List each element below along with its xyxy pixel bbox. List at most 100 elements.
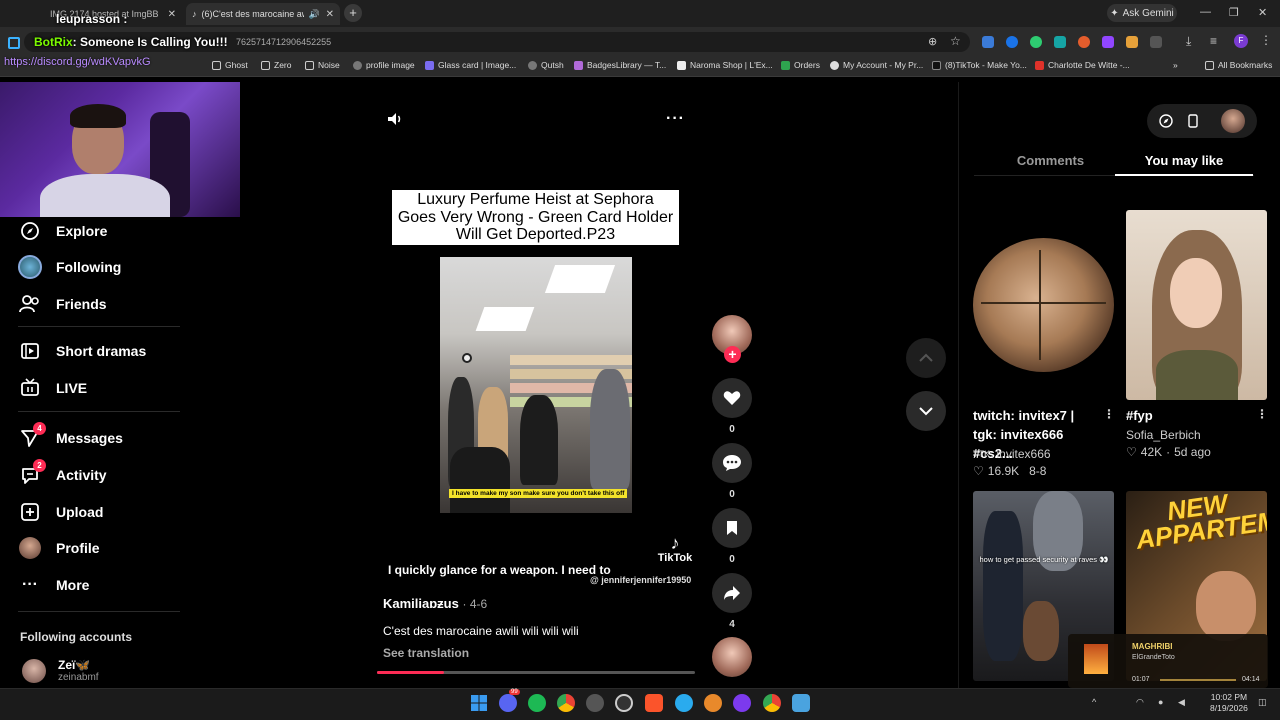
chrome-active-icon[interactable]	[763, 694, 781, 712]
card-author[interactable]: Sofia_Berbich	[1126, 428, 1201, 442]
minimize-icon[interactable]: —	[1200, 6, 1211, 18]
save-button[interactable]	[712, 508, 752, 548]
extension-icon[interactable]	[1054, 36, 1066, 48]
sidebar-item-more[interactable]: ··· More	[18, 572, 89, 598]
telegram-icon[interactable]	[675, 694, 693, 712]
comment-button[interactable]	[712, 443, 752, 483]
bookmark-item[interactable]: profile image	[353, 60, 415, 70]
tab-tiktok-video[interactable]: ♪ (6)C'est des marocaine awili 🔊 ✕	[186, 3, 340, 25]
zoom-icon[interactable]: ⊕	[928, 35, 937, 48]
bookmark-item[interactable]: Zero	[261, 60, 291, 70]
chrome-icon[interactable]	[557, 694, 575, 712]
brave-icon[interactable]	[645, 694, 663, 712]
windows-start-icon[interactable]	[470, 694, 488, 712]
video-author[interactable]: Kamiliaɒƶus · 4-6	[383, 596, 487, 611]
bookmark-star-icon[interactable]: ☆	[950, 34, 961, 48]
next-video-button[interactable]	[906, 391, 946, 431]
tray-chevron-icon[interactable]: ^	[1092, 697, 1096, 707]
tab-you-may-like[interactable]: You may like	[1115, 153, 1253, 168]
bookmark-item[interactable]: Glass card | Image...	[425, 60, 516, 70]
extension-icon[interactable]	[1030, 36, 1042, 48]
sound-disc-avatar[interactable]	[712, 637, 752, 677]
bookmark-item[interactable]: My Account - My Pr...	[830, 60, 923, 70]
card-title[interactable]: #fyp	[1126, 406, 1153, 425]
discord-icon[interactable]: 99	[499, 689, 520, 712]
speaker-icon[interactable]: ◀	[1178, 697, 1185, 708]
app-icon[interactable]	[792, 694, 810, 712]
track-progress[interactable]	[1160, 679, 1236, 681]
extension-icon[interactable]	[1126, 36, 1138, 48]
chevron-right-icon[interactable]: »	[1173, 60, 1178, 70]
recommended-video-card[interactable]	[1126, 210, 1267, 400]
card-author[interactable]: TTK: invitex666	[973, 447, 1051, 461]
sidebar-item-following[interactable]: Following	[18, 254, 121, 280]
sidebar-item-live[interactable]: LIVE	[18, 375, 87, 401]
sidebar-item-activity[interactable]: 2 Activity	[18, 459, 107, 488]
bookmark-item[interactable]: (8)TikTok - Make Yo...	[932, 60, 1027, 70]
film-icon	[18, 339, 42, 363]
sidebar-item-upload[interactable]: Upload	[18, 499, 103, 525]
download-icon[interactable]: ⤓	[1186, 34, 1191, 49]
sidebar-item-messages[interactable]: 4 Messages	[18, 422, 123, 451]
app-icon[interactable]	[733, 694, 751, 712]
notification-icon[interactable]: ◫	[1258, 697, 1267, 708]
twitch-extension-icon[interactable]	[1102, 36, 1114, 48]
recommended-video-card[interactable]	[973, 210, 1114, 400]
video-more-options-icon[interactable]: ···	[666, 110, 685, 128]
following-account-item[interactable]: Zeï🦋 zeinabmf	[22, 658, 99, 683]
volume-icon[interactable]	[386, 110, 408, 132]
reading-list-icon[interactable]: ≡	[1210, 34, 1217, 48]
extensions-puzzle-icon[interactable]	[1150, 36, 1162, 48]
card-more-icon[interactable]: ⋮	[1103, 407, 1115, 421]
menu-kebab-icon[interactable]: ⋮	[1260, 33, 1272, 47]
close-window-icon[interactable]: ✕	[1258, 6, 1267, 19]
favicon-icon	[425, 60, 434, 70]
mic-icon[interactable]: ●	[1158, 697, 1163, 707]
extension-icon[interactable]	[982, 36, 994, 48]
card-more-icon[interactable]: ⋮	[1256, 407, 1268, 421]
bookmark-label: BadgesLibrary — T...	[587, 60, 667, 70]
maximize-icon[interactable]: ❐	[1229, 6, 1239, 19]
taskbar-clock[interactable]: 10:02 PM 8/19/2026	[1210, 692, 1248, 714]
sidebar-item-profile[interactable]: Profile	[18, 535, 100, 561]
ask-gemini-button[interactable]: ✦ Ask Gemini	[1107, 4, 1177, 22]
sidebar-item-explore[interactable]: Explore	[18, 218, 107, 244]
chat-overlay-icon	[8, 37, 20, 49]
obs-icon[interactable]	[586, 694, 604, 712]
video-progress-bar[interactable]	[377, 671, 695, 674]
tab-label: (6)C'est des marocaine awili	[201, 9, 304, 19]
close-icon[interactable]: ✕	[326, 9, 334, 20]
like-button[interactable]	[712, 378, 752, 418]
bookmark-item[interactable]: Ghost	[212, 60, 248, 70]
phone-icon[interactable]	[1184, 112, 1202, 130]
follow-plus-icon[interactable]: +	[724, 346, 741, 363]
close-icon[interactable]: ✕	[168, 9, 176, 20]
previous-video-button[interactable]	[906, 338, 946, 378]
bookmark-item[interactable]: Noise	[305, 60, 340, 70]
bookmark-item[interactable]: BadgesLibrary — T...	[574, 60, 666, 70]
speaker-icon[interactable]: 🔊	[309, 9, 320, 20]
bookmark-item[interactable]: Charlotte De Witte -...	[1035, 60, 1130, 70]
wifi-icon[interactable]: ◠	[1136, 697, 1144, 708]
extension-icon[interactable]	[1006, 36, 1018, 48]
sidebar-item-short-dramas[interactable]: Short dramas	[18, 338, 146, 364]
profile-avatar-icon[interactable]: F	[1234, 34, 1248, 48]
share-button[interactable]	[712, 573, 752, 613]
mini-music-player[interactable]: MAGHRIBI ElGrandeToto 01:07 04:14	[1068, 634, 1268, 688]
see-translation-link[interactable]: See translation	[383, 646, 469, 660]
compass-icon[interactable]	[1157, 112, 1175, 130]
extension-icon[interactable]	[1078, 36, 1090, 48]
video-player[interactable]	[440, 257, 632, 513]
app-icon[interactable]	[615, 694, 633, 712]
user-avatar[interactable]	[1221, 109, 1245, 133]
sidebar-item-friends[interactable]: Friends	[18, 291, 107, 317]
app-icon[interactable]	[704, 694, 722, 712]
spotify-icon[interactable]	[528, 694, 546, 712]
bookmark-item[interactable]: Orders	[781, 60, 820, 70]
new-tab-button[interactable]: +	[344, 4, 362, 22]
bookmark-item[interactable]: Naroma Shop | L'Ex...	[677, 60, 773, 70]
tab-comments[interactable]: Comments	[986, 153, 1115, 168]
bookmark-item[interactable]: Qutsh	[528, 60, 564, 70]
all-bookmarks-button[interactable]: All Bookmarks	[1205, 60, 1272, 70]
following-avatar-icon	[18, 255, 42, 279]
